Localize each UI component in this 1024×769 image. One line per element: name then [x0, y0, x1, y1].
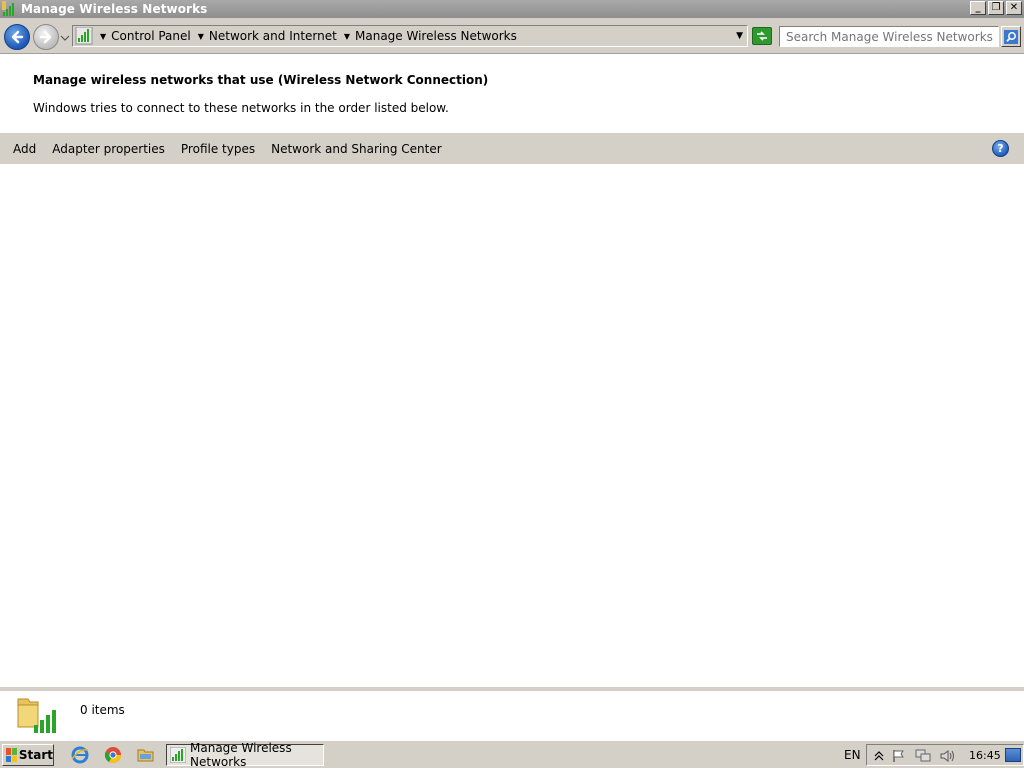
forward-arrow-icon: [39, 30, 52, 44]
explorer-icon[interactable]: [137, 746, 155, 764]
action-center-flag-icon[interactable]: [891, 748, 907, 764]
recent-pages-button[interactable]: [60, 32, 70, 42]
breadcrumb-arrow-icon[interactable]: ▼: [344, 32, 350, 41]
page-description: Windows tries to connect to these networ…: [33, 101, 449, 115]
details-pane: 0 items: [0, 687, 1024, 740]
help-button[interactable]: ?: [992, 140, 1009, 157]
wireless-folder-icon: [16, 695, 60, 737]
command-bar: Add Adapter properties Profile types Net…: [0, 133, 1024, 164]
show-desktop-button[interactable]: [1005, 748, 1021, 762]
system-tray: 16:45: [866, 744, 1024, 766]
search-icon: [1004, 29, 1018, 44]
item-count: 0 items: [80, 703, 125, 717]
address-dropdown-icon[interactable]: ▼: [736, 31, 743, 41]
breadcrumb-control-panel[interactable]: Control Panel: [111, 29, 191, 43]
volume-icon[interactable]: [939, 748, 955, 764]
restore-button[interactable]: ❐: [988, 1, 1004, 15]
minimize-button[interactable]: _: [970, 1, 986, 15]
network-list[interactable]: [0, 164, 1024, 687]
forward-button[interactable]: [33, 24, 59, 50]
wireless-network-icon: [2, 1, 18, 17]
address-box[interactable]: ▼ Control Panel ▼ Network and Internet ▼…: [72, 25, 748, 47]
help-icon: ?: [997, 142, 1004, 155]
internet-explorer-icon[interactable]: [71, 746, 89, 764]
breadcrumb-arrow-icon[interactable]: ▼: [198, 32, 204, 41]
start-label: Start: [18, 748, 53, 762]
minimize-icon: _: [975, 2, 981, 13]
show-hidden-icons-icon[interactable]: [871, 748, 887, 764]
refresh-icon: [757, 31, 767, 41]
wireless-network-icon: [169, 746, 187, 764]
title-bar[interactable]: Manage Wireless Networks _ ❐ ✕: [0, 0, 1024, 18]
chrome-icon[interactable]: [104, 746, 122, 764]
search-input[interactable]: [779, 26, 999, 47]
back-button[interactable]: [4, 24, 30, 50]
back-arrow-icon: [11, 30, 24, 44]
page-header: Manage wireless networks that use (Wirel…: [0, 55, 1024, 133]
breadcrumb-network-and-internet[interactable]: Network and Internet: [209, 29, 337, 43]
close-icon: ✕: [1009, 2, 1019, 13]
breadcrumb-arrow-icon[interactable]: ▼: [100, 32, 106, 41]
close-button[interactable]: ✕: [1006, 1, 1022, 15]
restore-icon: ❐: [991, 2, 1001, 13]
breadcrumb-manage-wireless-networks[interactable]: Manage Wireless Networks: [355, 29, 517, 43]
navigation-bar: ▼ Control Panel ▼ Network and Internet ▼…: [0, 18, 1024, 54]
search-button[interactable]: [1001, 26, 1021, 47]
adapter-properties-button[interactable]: Adapter properties: [44, 142, 173, 156]
clock[interactable]: 16:45: [969, 749, 1001, 762]
language-indicator[interactable]: EN: [844, 748, 861, 762]
start-button[interactable]: Start: [2, 744, 54, 766]
page-title: Manage wireless networks that use (Wirel…: [33, 73, 489, 87]
network-location-icon: [75, 26, 93, 45]
network-and-sharing-center-button[interactable]: Network and Sharing Center: [263, 142, 450, 156]
refresh-button[interactable]: [752, 27, 772, 45]
profile-types-button[interactable]: Profile types: [173, 142, 263, 156]
taskbar: Start Manage Wireless Networks EN 16:45: [0, 740, 1024, 769]
windows-logo-icon: [6, 748, 17, 762]
taskbar-window-label: Manage Wireless Networks: [190, 741, 292, 769]
add-button[interactable]: Add: [0, 142, 44, 156]
chevron-down-icon: [60, 35, 70, 41]
window-title: Manage Wireless Networks: [21, 2, 208, 16]
network-icon[interactable]: [915, 748, 931, 764]
taskbar-window-button[interactable]: Manage Wireless Networks: [166, 741, 324, 769]
